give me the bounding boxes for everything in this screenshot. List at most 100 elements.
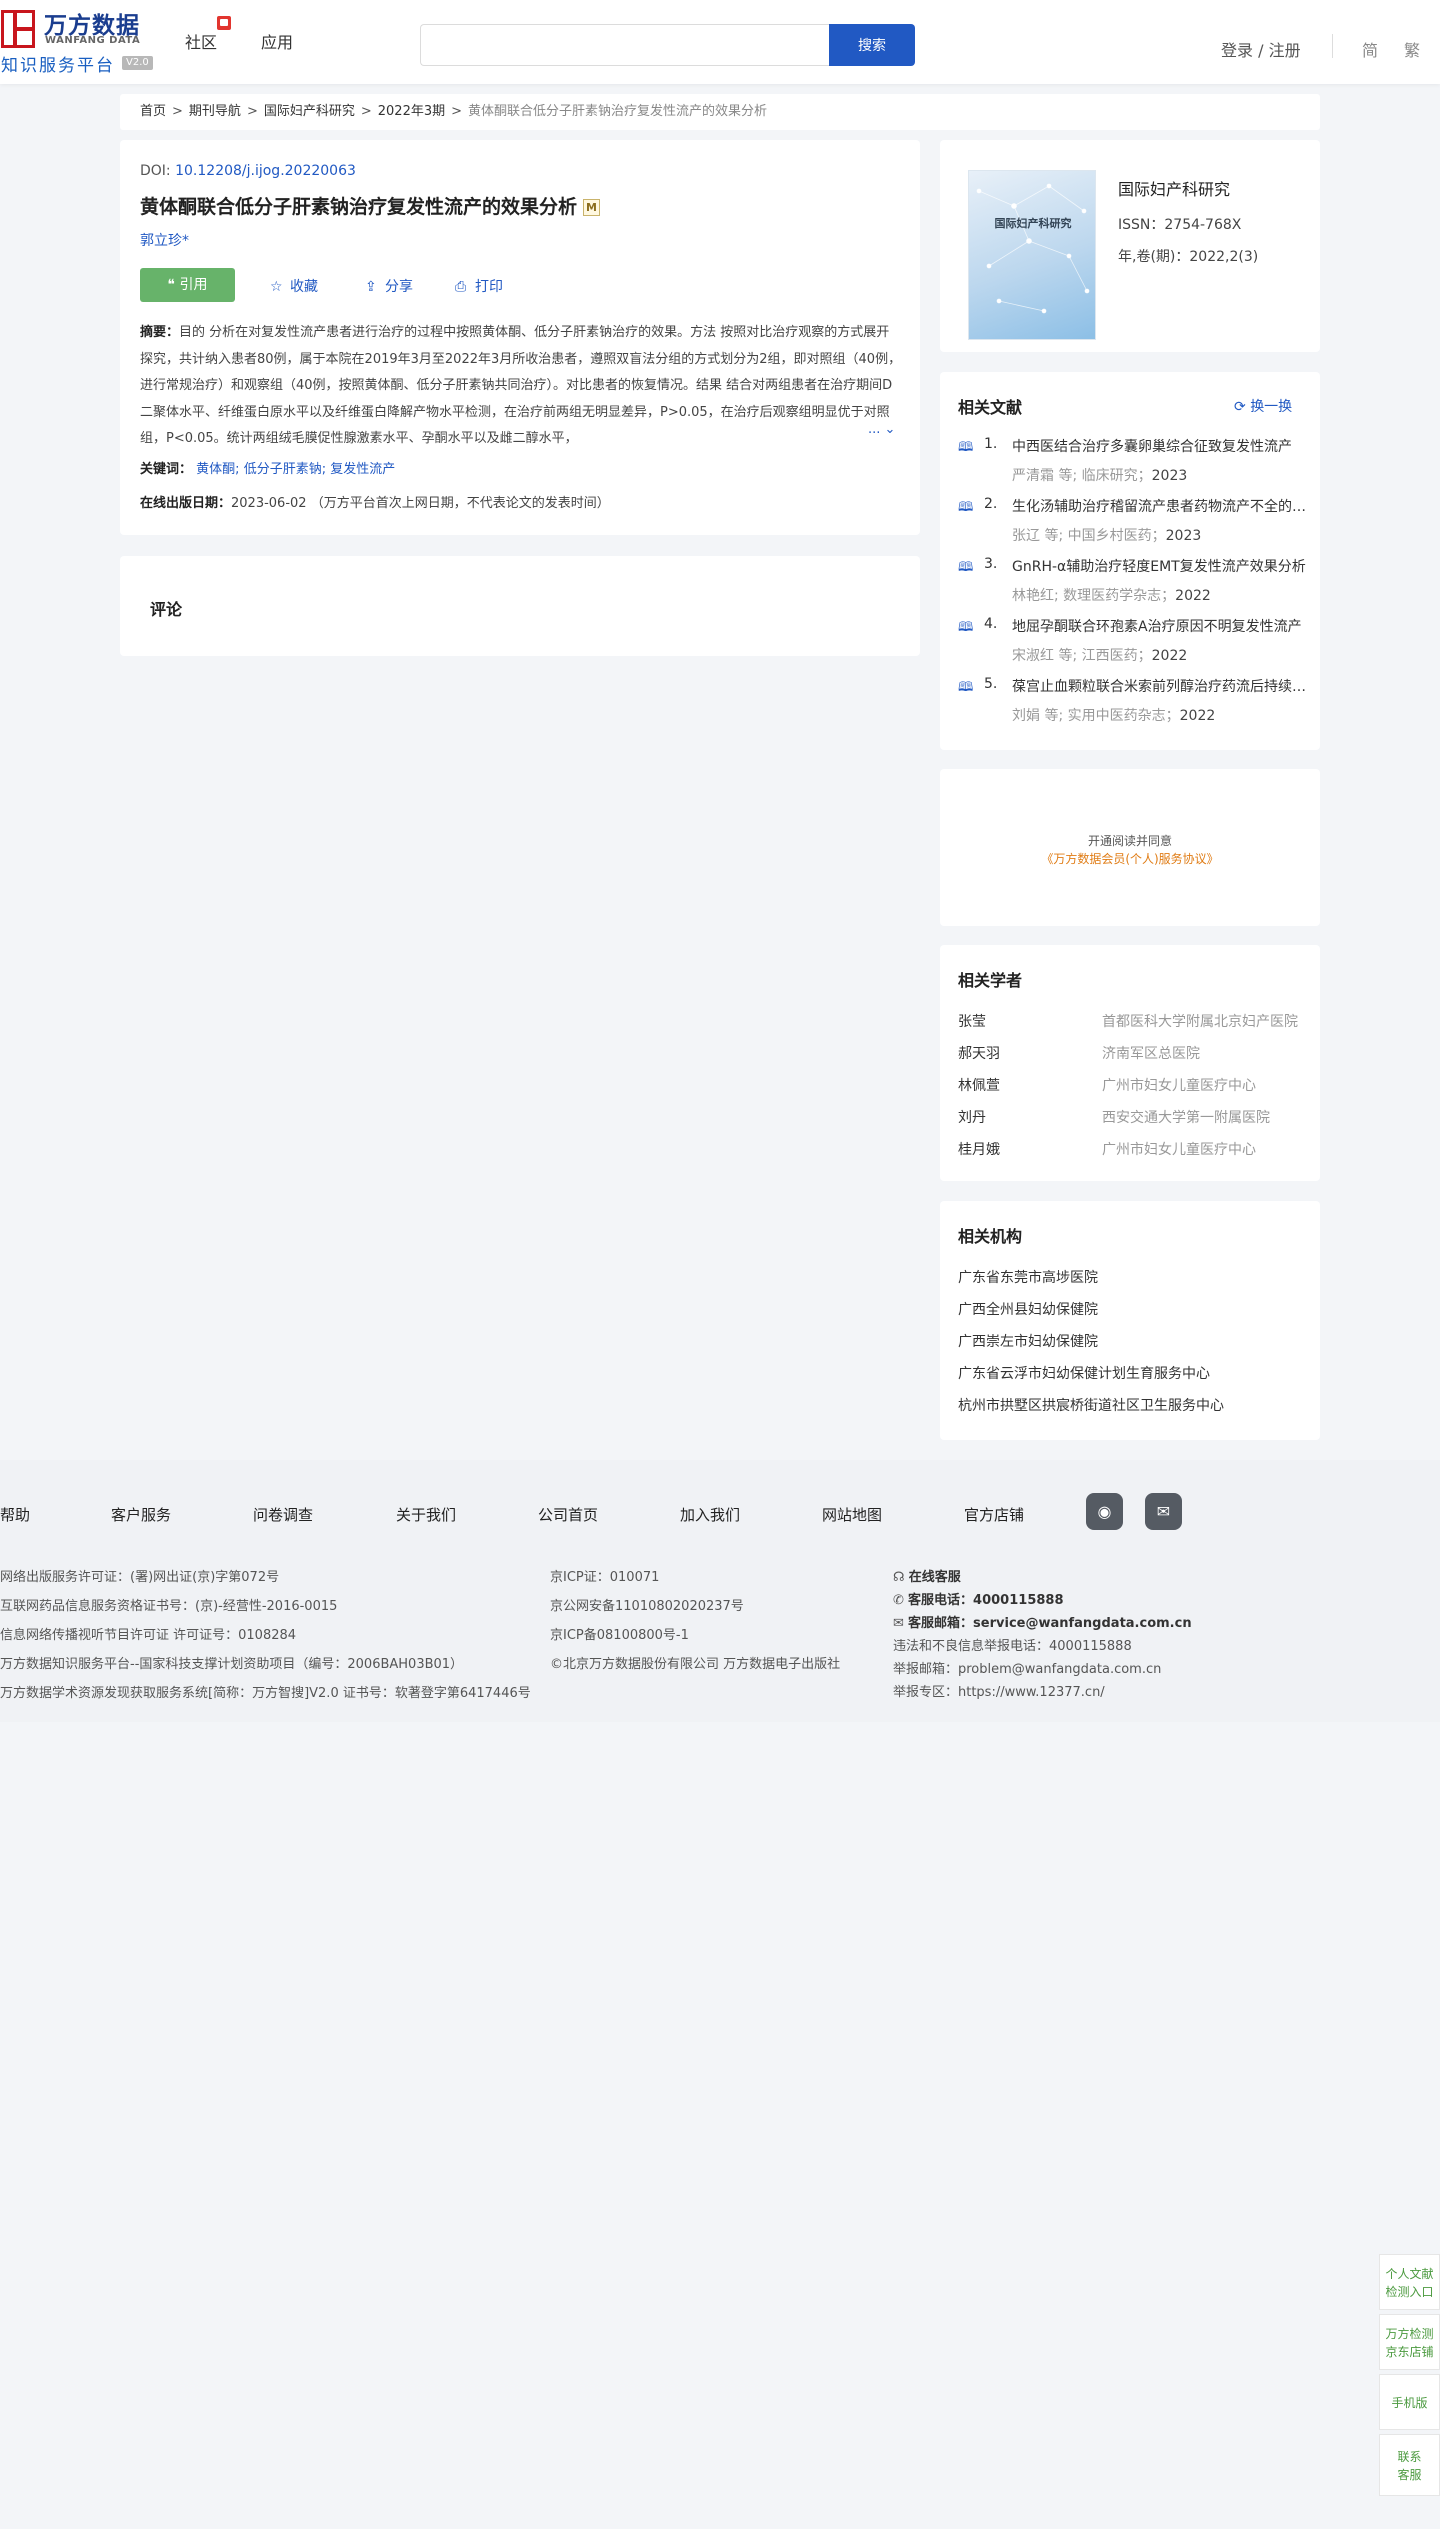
swap-button[interactable]: ⟳ 换一换 [1234, 396, 1292, 416]
logo-mark-icon [1, 10, 35, 48]
email-label: 客服邮箱： [908, 1616, 974, 1631]
scholar-name-link[interactable]: 郝天羽 [958, 1043, 1000, 1063]
comments-title: 评论 [150, 600, 183, 619]
scholar-name-link[interactable]: 桂月娥 [958, 1139, 1000, 1159]
related-doc-year: 2022 [1175, 588, 1211, 604]
mail-icon: ✉ [893, 1616, 909, 1631]
abstract-text: 目的 分析在对复发性流产患者进行治疗的过程中按照黄体酮、低分子肝素钠治疗的效果。… [140, 325, 902, 444]
keyword-link[interactable]: 复发性流产 [330, 462, 395, 477]
book-icon: 🕮 [958, 680, 974, 695]
weibo-icon[interactable]: ◉ [1086, 1493, 1123, 1530]
related-doc-title-link[interactable]: 葆宫止血颗粒联合米索前列醇治疗药流后持续出血 [1012, 676, 1312, 696]
refresh-icon: ⟳ [1234, 399, 1251, 415]
related-doc-title-link[interactable]: GnRH-α辅助治疗轻度EMT复发性流产效果分析 [1012, 556, 1312, 576]
breadcrumb-journal-nav[interactable]: 期刊导航 [189, 104, 241, 119]
footer-report-email: 举报邮箱：problem@wanfangdata.com.cn [893, 1662, 1162, 1677]
search-button[interactable]: 搜索 [829, 24, 915, 66]
institutions-title: 相关机构 [958, 1227, 1023, 1246]
footer-report-zone-link[interactable]: 举报专区：https://www.12377.cn/ [893, 1681, 1105, 1700]
nav-community[interactable]: 社区 [185, 29, 217, 53]
favorite-label: 收藏 [290, 279, 318, 295]
breadcrumb-separator: > [360, 104, 372, 119]
footer-link-customer-service[interactable]: 客户服务 [111, 1504, 171, 1525]
protocol-link[interactable]: 《万方数据会员(个人)服务协议》 [940, 850, 1320, 867]
footer-link-help[interactable]: 帮助 [0, 1504, 30, 1525]
scholar-name-link[interactable]: 刘丹 [958, 1107, 986, 1127]
book-icon: 🕮 [958, 560, 974, 575]
phone-icon: ✆ [893, 1593, 909, 1608]
favorite-button[interactable]: ☆ 收藏 [270, 276, 318, 296]
breadcrumb-issue[interactable]: 2022年3期 [378, 104, 445, 119]
logo-text-en: WANFANG DATA [45, 35, 141, 46]
scholars-title: 相关学者 [958, 971, 1023, 990]
abstract-expand-button[interactable]: ... ⌄ [866, 422, 896, 437]
footer-link-company-home[interactable]: 公司首页 [538, 1504, 598, 1525]
print-button[interactable]: ⎙ 打印 [455, 276, 503, 296]
nav-apps[interactable]: 应用 [261, 29, 293, 53]
institution-link[interactable]: 广西全州县妇幼保健院 [958, 1299, 1098, 1319]
related-doc-source-text: 刘娟 等; 实用中医药杂志； [1012, 708, 1180, 724]
breadcrumb-journal[interactable]: 国际妇产科研究 [264, 104, 355, 119]
institution-link[interactable]: 广东省云浮市妇幼保健计划生育服务中心 [958, 1363, 1210, 1383]
journal-cover[interactable]: 国际妇产科研究 [968, 170, 1096, 340]
pubdate-label: 在线出版日期： [140, 496, 232, 511]
share-label: 分享 [385, 279, 413, 295]
m-badge-icon: M [583, 199, 601, 216]
scholar-name-link[interactable]: 张莹 [958, 1011, 986, 1031]
mobile-version-button[interactable]: 手机版 [1379, 2374, 1440, 2430]
online-service-link[interactable]: ☊ 在线客服 [893, 1566, 961, 1585]
footer-link-sitemap[interactable]: 网站地图 [822, 1504, 882, 1525]
cite-button[interactable]: ❝ 引用 [140, 268, 235, 302]
cover-network-graphic [976, 183, 1090, 314]
related-doc-source-text: 张辽 等; 中国乡村医药； [1012, 528, 1166, 544]
footer-copyright: ©北京万方数据股份有限公司 万方数据电子出版社 [550, 1657, 841, 1672]
footer-link-official-store[interactable]: 官方店铺 [964, 1504, 1024, 1525]
breadcrumb: 首页 > 期刊导航 > 国际妇产科研究 >2022年3期 > 黄体酮联合低分子肝素钠治疗复发性… [120, 94, 1320, 130]
login-register-link[interactable]: 登录 / 注册 [1221, 37, 1301, 61]
keywords-label: 关键词： [140, 462, 193, 477]
site-footer: 帮助 客户服务 问卷调查 关于我们 公司首页 加入我们 网站地图 官方店铺 ◉ … [0, 1460, 1440, 1722]
lang-simplified-link[interactable]: 简 [1362, 37, 1378, 61]
protocol-text: 开通阅读并同意 [1087, 834, 1172, 848]
footer-icp: 京ICP证：010071 [550, 1570, 660, 1585]
institution-link[interactable]: 广西崇左市妇幼保健院 [958, 1331, 1098, 1351]
book-icon: 🕮 [958, 500, 974, 515]
search-input[interactable] [420, 24, 830, 66]
jd-store-button[interactable]: 万方检测京东店铺 [1379, 2314, 1440, 2370]
personal-check-entry-button[interactable]: 个人文献检测入口 [1379, 2254, 1440, 2310]
breadcrumb-current: 黄体酮联合低分子肝素钠治疗复发性流产的效果分析 [468, 104, 768, 119]
lang-traditional-link[interactable]: 繁 [1404, 37, 1420, 61]
wanfang-logo[interactable]: 万方数据 WANFANG DATA 知识服务平台 V2.0 [0, 6, 160, 76]
cover-title: 国际妇产科研究 [994, 217, 1072, 230]
footer-link-join-us[interactable]: 加入我们 [680, 1504, 740, 1525]
institution-link[interactable]: 广东省东莞市高埗医院 [958, 1267, 1098, 1287]
article-card: DOI: 10.12208/j.ijog.20220063 黄体酮联合低分子肝素… [120, 140, 920, 535]
related-doc-year: 2023 [1151, 468, 1188, 484]
share-button[interactable]: ⇪ 分享 [365, 276, 413, 296]
related-doc-source-text: 林艳红; 数理医药学杂志； [1012, 588, 1176, 604]
related-doc-source-text: 宋淑红 等; 江西医药； [1012, 648, 1152, 664]
breadcrumb-home[interactable]: 首页 [140, 104, 166, 119]
wechat-icon[interactable]: ✉ [1145, 1493, 1182, 1530]
abstract: 摘要：目的 分析在对复发性流产患者进行治疗的过程中按照黄体酮、低分子肝素钠治疗的… [140, 320, 902, 444]
scholar-name-link[interactable]: 林佩萱 [958, 1075, 1000, 1095]
keyword-link[interactable]: 低分子肝素钠; [244, 462, 326, 477]
star-icon: ☆ [270, 279, 283, 295]
contact-service-button[interactable]: 联系客服 [1379, 2434, 1440, 2496]
related-doc-year: 2023 [1165, 528, 1202, 544]
doi-link[interactable]: 10.12208/j.ijog.20220063 [175, 163, 356, 179]
journal-name-link[interactable]: 国际妇产科研究 [1118, 176, 1230, 200]
footer-link-about[interactable]: 关于我们 [396, 1504, 456, 1525]
institution-link[interactable]: 杭州市拱墅区拱宸桥街道社区卫生服务中心 [958, 1395, 1224, 1415]
author-link[interactable]: 郭立珍* [140, 230, 189, 250]
keyword-link[interactable]: 黄体酮; [196, 462, 239, 477]
related-doc-title-link[interactable]: 地屈孕酮联合环孢素A治疗原因不明复发性流产 [1012, 616, 1312, 636]
protocol-card: 开通阅读并同意 《万方数据会员(个人)服务协议》 [940, 769, 1320, 926]
related-doc-title-link[interactable]: 中西医结合治疗多囊卵巢综合征致复发性流产 [1012, 436, 1312, 456]
scholar-org: 济南军区总医院 [1102, 1046, 1200, 1062]
email-value: service@wanfangdata.com.cn [973, 1616, 1192, 1631]
related-doc-title-link[interactable]: 生化汤辅助治疗稽留流产患者药物流产不全的效果 [1012, 496, 1312, 516]
header-divider [1332, 34, 1333, 58]
footer-link-survey[interactable]: 问卷调查 [253, 1504, 313, 1525]
phone-label: 客服电话： [908, 1593, 974, 1608]
